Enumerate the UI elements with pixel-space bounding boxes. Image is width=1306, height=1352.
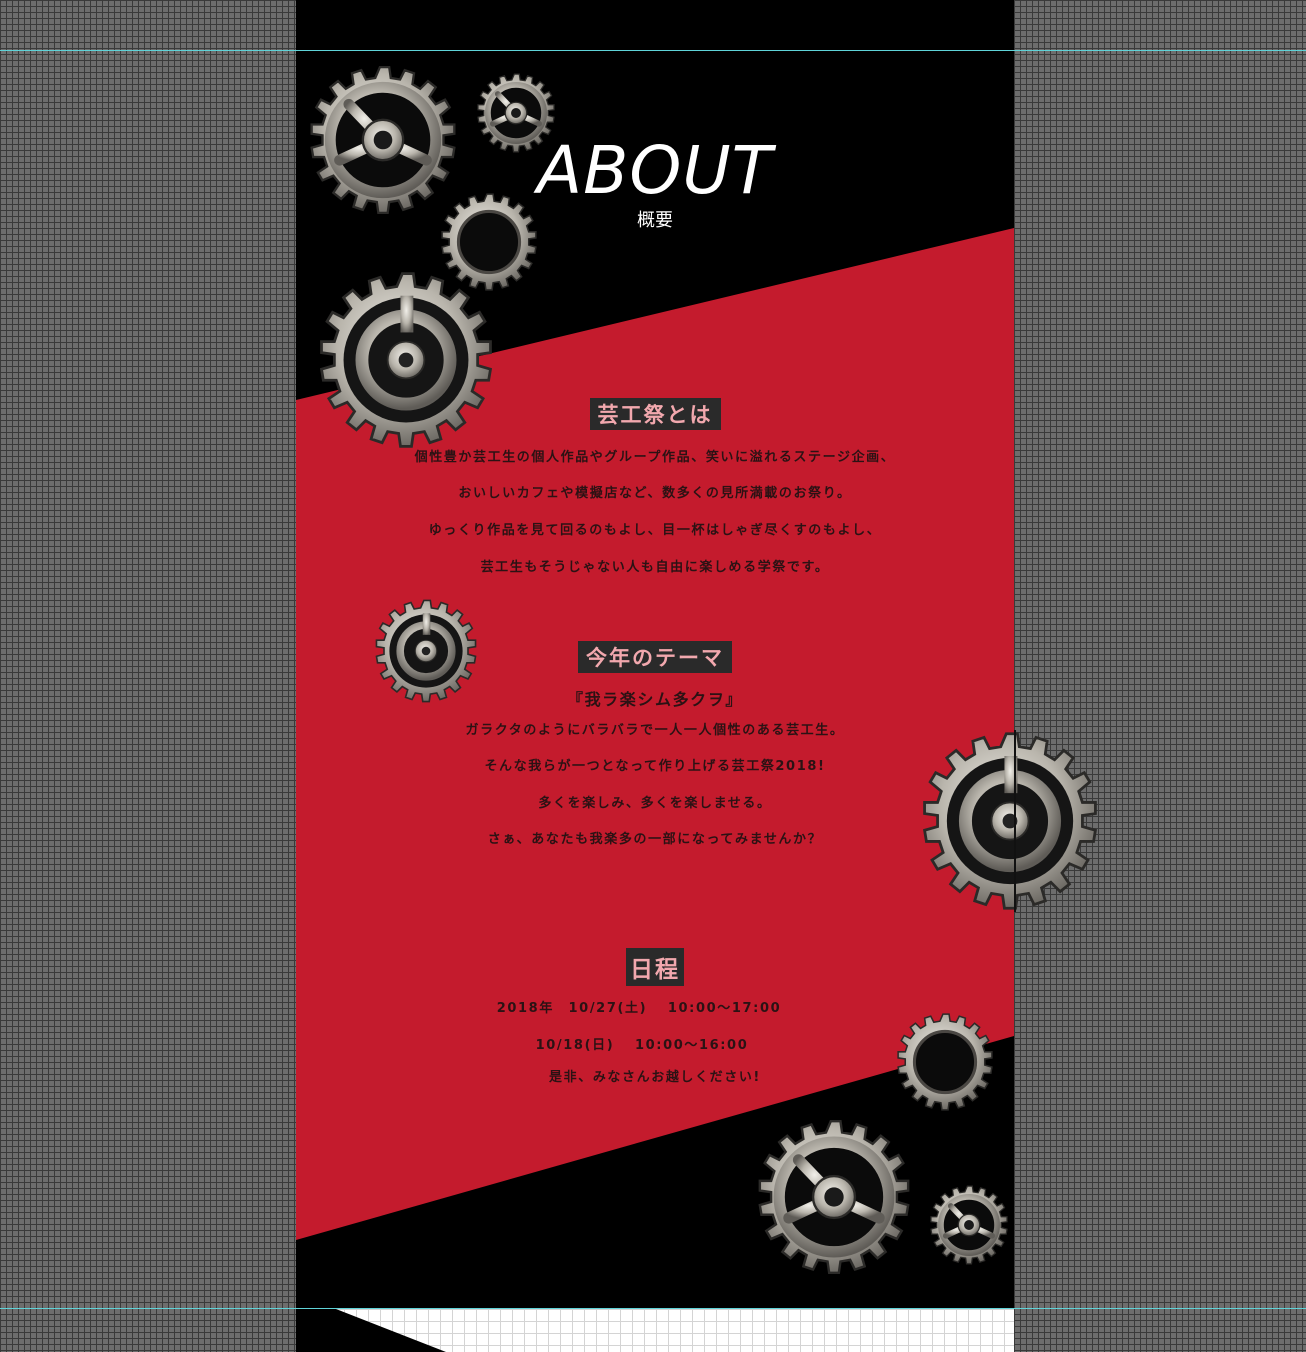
gear-icon [912, 730, 1108, 912]
guide-line-bottom [0, 1308, 1306, 1309]
schedule-closing: 是非、みなさんお越しください! [549, 1070, 761, 1085]
section-heading-schedule: 日程 [626, 948, 684, 986]
schedule-line-day1: 2018年 10/27(土) 10:00～17:00 [496, 1001, 782, 1016]
gear-icon [896, 1012, 994, 1112]
section-heading-geikosai: 芸工祭とは [589, 398, 721, 430]
section-geikosai: 芸工祭とは [296, 398, 1014, 430]
theme-line: 多くを楽しみ、多くを楽しませる。 [538, 796, 772, 811]
geikosai-line: 芸工生もそうじゃない人も自由に楽しめる学祭です。 [480, 560, 830, 575]
geikosai-line: ゆっくり作品を見て回るのもよし、目一杯はしゃぎ尽くすのもよし、 [428, 523, 882, 538]
page-subtitle: 概要 [637, 210, 673, 231]
artboard-edge [1014, 730, 1016, 912]
next-section-strip [296, 1309, 1014, 1352]
theme-title: 『我ラ楽シム多クヲ』 [566, 690, 743, 709]
gear-icon [750, 1118, 918, 1276]
page-title: ABOUT [537, 132, 773, 209]
theme-line: ガラクタのようにバラバラで一人一人個性のある芸工生。 [465, 723, 845, 738]
theme-line: そんな我らが一つとなって作り上げる芸工祭2018! [484, 759, 826, 774]
about-artboard: ABOUT 概要 芸工祭とは 個性豊か芸工生の個人作品やグループ作品、笑いに溢れ… [296, 0, 1014, 1309]
section-theme: 今年のテーマ [296, 641, 1014, 673]
black-wedge [296, 1309, 446, 1352]
guide-line-top [0, 50, 1306, 51]
section-heading-theme: 今年のテーマ [578, 641, 732, 673]
geikosai-line: おいしいカフェや模擬店など、数多くの見所満載のお祭り。 [458, 486, 852, 501]
gear-icon [926, 1184, 1012, 1266]
theme-line: さぁ、あなたも我楽多の一部になってみませんか？ [487, 832, 823, 847]
schedule-line-day2: 10/18(日) 10:00～16:00 [535, 1038, 749, 1053]
section-schedule: 日程 [296, 948, 1014, 986]
geikosai-line: 個性豊か芸工生の個人作品やグループ作品、笑いに溢れるステージ企画、 [414, 450, 896, 465]
